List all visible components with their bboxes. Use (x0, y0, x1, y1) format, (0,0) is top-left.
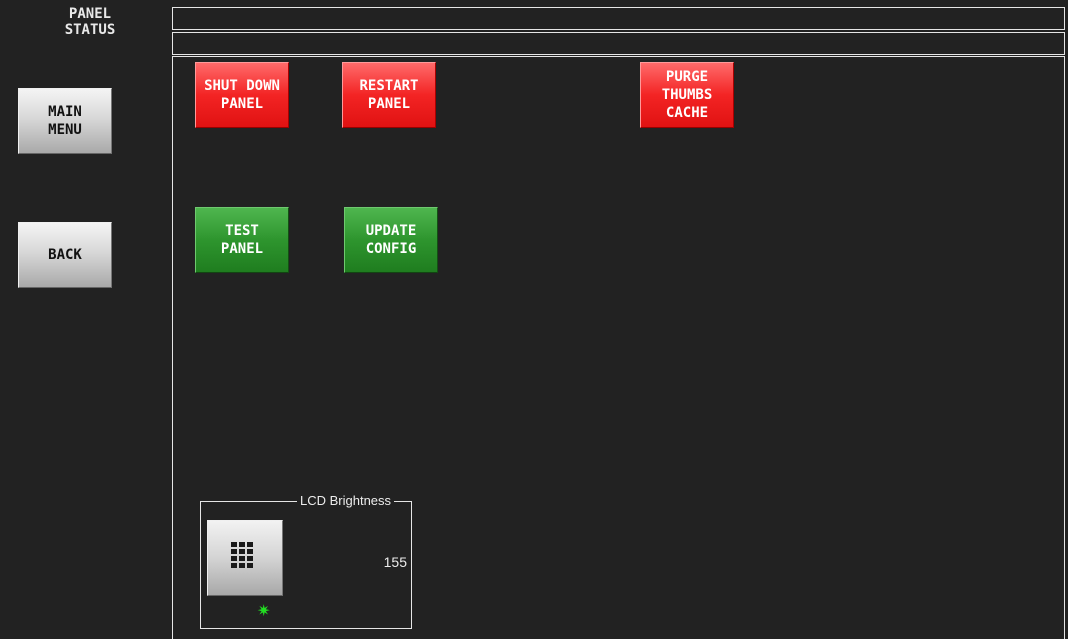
purge-thumbs-cache-label: PURGE THUMBS CACHE (661, 69, 713, 121)
back-button-label: BACK (48, 247, 82, 263)
green-star-indicator-icon: ✷ (257, 601, 271, 620)
purge-thumbs-cache-button[interactable]: PURGE THUMBS CACHE (640, 62, 734, 128)
back-button[interactable]: BACK (18, 222, 112, 288)
shut-down-panel-button[interactable]: SHUT DOWN PANEL (195, 62, 289, 128)
lcd-brightness-value: 155 (383, 554, 407, 570)
update-config-label: UPDATE CONFIG (365, 223, 417, 257)
test-panel-button[interactable]: TEST PANEL (195, 207, 289, 273)
restart-panel-button[interactable]: RESTART PANEL (342, 62, 436, 128)
keypad-grid-icon (230, 541, 260, 575)
page-title: PANEL STATUS (64, 6, 116, 38)
main-menu-button-label: MAIN MENU (48, 104, 82, 138)
main-menu-button[interactable]: MAIN MENU (18, 88, 112, 154)
lcd-brightness-title: LCD Brightness (297, 493, 395, 509)
lcd-brightness-keypad-button[interactable] (207, 520, 283, 596)
panel-status-screen: PANEL STATUS MAIN MENU BACK SHUT DOWN PA… (0, 0, 1068, 639)
status-line-1 (172, 7, 1065, 30)
restart-panel-label: RESTART PANEL (359, 78, 419, 112)
status-line-2 (172, 32, 1065, 55)
shut-down-panel-label: SHUT DOWN PANEL (204, 78, 280, 112)
test-panel-label: TEST PANEL (220, 223, 264, 257)
update-config-button[interactable]: UPDATE CONFIG (344, 207, 438, 273)
lcd-brightness-group: LCD Brightness 155 ✷ (200, 493, 412, 629)
